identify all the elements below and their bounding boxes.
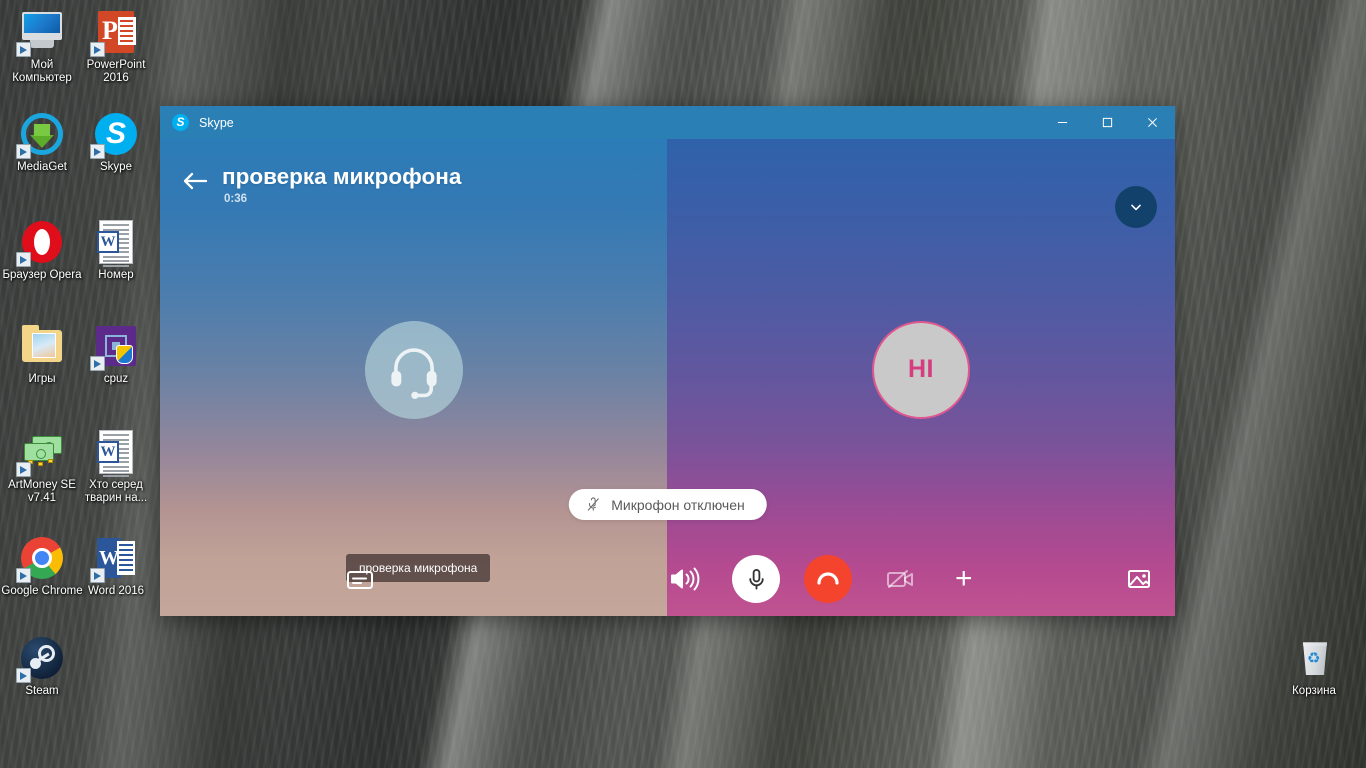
word-document-icon: W	[92, 218, 140, 267]
desktop-icon-label: PowerPoint 2016	[86, 59, 146, 84]
close-button[interactable]	[1130, 106, 1175, 139]
desktop-icon-label: Word 2016	[87, 585, 145, 597]
desktop-icon-label: Браузер Opera	[2, 269, 82, 281]
maximize-icon	[1102, 117, 1113, 128]
desktop-icon-label: MediaGet	[17, 161, 67, 173]
artmoney-icon	[16, 428, 66, 477]
avatar-right-initials: HI	[872, 320, 970, 419]
desktop-icon-opera[interactable]: Браузер Opera	[0, 218, 84, 282]
desktop-icon-powerpoint-2016[interactable]: P PowerPoint 2016	[74, 8, 158, 85]
desktop-icon-label: Игры	[28, 373, 56, 385]
back-button[interactable]	[178, 164, 212, 198]
desktop-icon-label: ArtMoney SE v7.41	[8, 479, 76, 504]
back-arrow-icon	[183, 172, 208, 190]
snapshot-button[interactable]	[1122, 562, 1156, 596]
desktop-icon-cpuz[interactable]: cpuz	[74, 322, 158, 386]
mic-muted-toast: Микрофон отключен	[568, 489, 767, 520]
folder-icon	[18, 322, 66, 370]
video-off-icon	[883, 562, 917, 596]
desktop-icon-artmoney[interactable]: ArtMoney SE v7.41	[0, 428, 84, 505]
participant-panel-right: HI	[667, 139, 1175, 616]
desktop-icon-label: cpuz	[103, 373, 129, 385]
call-title-wrap: проверка микрофона 0:36	[222, 164, 461, 205]
desktop-icon-label: Номер	[98, 269, 134, 281]
opera-icon	[16, 218, 66, 267]
desktop-icon-games[interactable]: Игры	[0, 322, 84, 386]
window-titlebar[interactable]: S Skype	[160, 106, 1175, 139]
participant-panel-left	[160, 139, 667, 616]
avatar-wrap-left	[160, 139, 667, 616]
end-call-icon	[817, 572, 839, 585]
my-computer-icon	[16, 8, 66, 57]
desktop-icon-mediaget[interactable]: MediaGet	[0, 110, 84, 174]
call-timer: 0:36	[224, 193, 248, 205]
desktop-icon-my-computer[interactable]: Мой Компьютер	[0, 8, 84, 85]
desktop-icon-label: Мой Компьютер	[12, 59, 72, 84]
minimize-icon	[1057, 121, 1068, 124]
desktop-icon-steam[interactable]: Steam	[0, 634, 84, 698]
speaker-button[interactable]	[667, 562, 701, 596]
collapse-button[interactable]	[1115, 186, 1157, 228]
add-people-button[interactable]: +	[955, 564, 973, 594]
desktop-icon-label: Хто серед тварин на...	[84, 479, 148, 504]
chat-icon	[343, 562, 377, 596]
desktop-icon-document-2[interactable]: W Хто серед тварин на...	[74, 428, 158, 505]
skype-icon: S	[90, 110, 140, 159]
end-call-button[interactable]	[804, 555, 852, 603]
microphone-toggle-button[interactable]	[732, 555, 780, 603]
chat-button[interactable]	[343, 562, 377, 596]
plus-icon: +	[955, 562, 973, 595]
mediaget-icon	[16, 110, 66, 159]
call-title: проверка микрофона	[222, 164, 462, 189]
avatar-wrap-right: HI	[667, 139, 1175, 616]
word-icon: W	[90, 534, 140, 583]
chevron-down-icon	[1131, 204, 1141, 211]
desktop-icon-label: Корзина	[1292, 685, 1336, 697]
cpuz-icon	[90, 322, 140, 371]
image-icon	[1122, 562, 1156, 596]
desktop-icon-label: Google Chrome	[1, 585, 83, 597]
desktop-icon-google-chrome[interactable]: Google Chrome	[0, 534, 84, 598]
word-document-icon: W	[92, 428, 140, 477]
desktop-icon-label: Skype	[100, 161, 132, 173]
skype-window: S Skype HI проверка микрофона 0:36 Микро…	[160, 106, 1175, 616]
desktop-icon-nomer[interactable]: W Номер	[74, 218, 158, 282]
skype-logo-icon: S	[172, 114, 189, 131]
maximize-button[interactable]	[1085, 106, 1130, 139]
microphone-muted-icon	[587, 497, 599, 511]
desktop-icon-recycle-bin[interactable]: ♻ Корзина	[1272, 634, 1356, 698]
powerpoint-icon: P	[90, 8, 140, 57]
video-toggle-button[interactable]	[883, 562, 917, 596]
speaker-icon	[667, 562, 701, 596]
desktop: Мой Компьютер P PowerPoint 2016 MediaGet…	[0, 0, 1366, 768]
desktop-icon-word-2016[interactable]: W Word 2016	[74, 534, 158, 598]
chrome-icon	[16, 534, 66, 583]
mic-muted-label: Микрофон отключен	[611, 496, 745, 513]
microphone-icon	[748, 568, 764, 590]
desktop-icon-skype[interactable]: S Skype	[74, 110, 158, 174]
steam-icon	[16, 634, 66, 683]
recycle-bin-icon: ♻	[1290, 634, 1338, 682]
close-icon	[1148, 118, 1157, 127]
window-title: Skype	[199, 115, 234, 130]
call-stage: HI проверка микрофона 0:36 Микрофон откл…	[160, 139, 1175, 616]
avatar-left	[364, 320, 463, 419]
desktop-icon-label: Steam	[25, 685, 59, 697]
headset-icon	[390, 347, 437, 399]
minimize-button[interactable]	[1040, 106, 1085, 139]
